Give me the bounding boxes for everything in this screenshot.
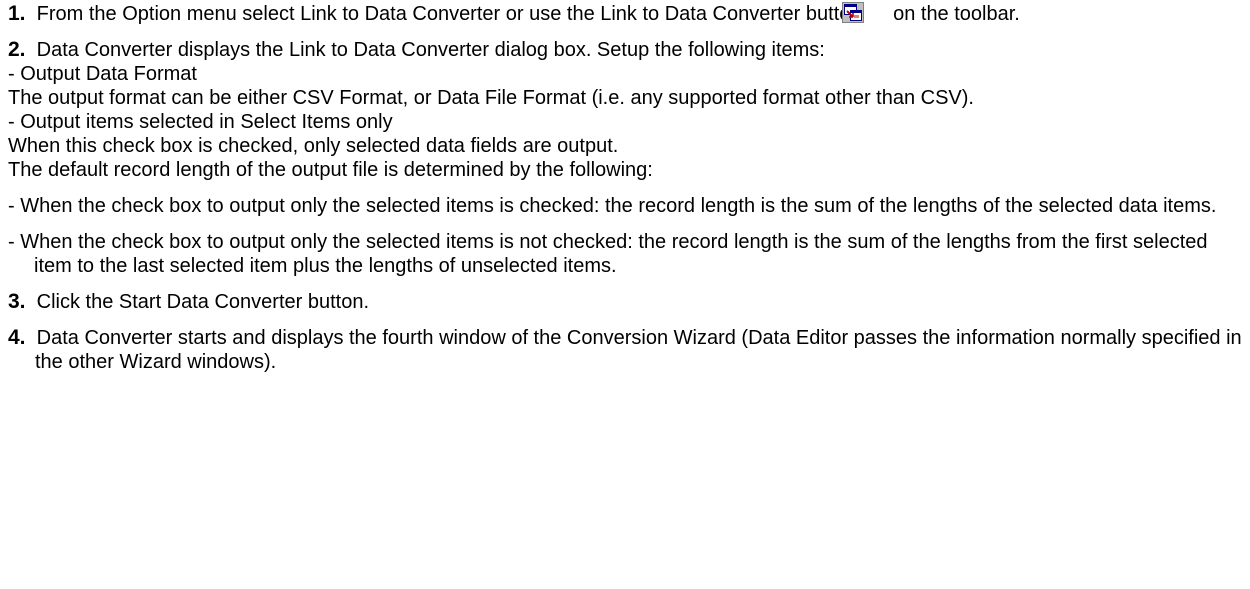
rule-item: - When the check box to output only the … <box>8 195 1217 217</box>
step-3: 3. Click the Start Data Converter button… <box>8 290 1250 314</box>
rule-item: - When the check box to output only the … <box>8 231 1208 277</box>
help-page: 1. From the Option menu select Link to D… <box>0 0 1250 589</box>
step-number: 4. <box>8 326 26 349</box>
step-text: Data Converter starts and displays the f… <box>35 327 1242 373</box>
step-number: 1. <box>8 2 26 25</box>
option-description: The output format can be either CSV Form… <box>8 87 974 109</box>
step-2-details: - Output Data Format The output format c… <box>8 62 1250 278</box>
data-converter-link-icon <box>842 2 891 23</box>
step-number: 2. <box>8 38 26 61</box>
option-title: - Output Data Format <box>8 63 197 85</box>
option-description: When this check box is checked, only sel… <box>8 135 619 157</box>
option-description: The default record length of the output … <box>8 159 653 181</box>
step-text: Click the Start Data Converter button. <box>36 291 370 313</box>
step-1: 1. From the Option menu select Link to D… <box>8 2 1250 26</box>
step-text: Data Converter displays the Link to Data… <box>36 39 825 61</box>
step-text-cont: on the toolbar. <box>893 3 1020 25</box>
step-2: 2. Data Converter displays the Link to D… <box>8 38 1250 62</box>
step-number: 3. <box>8 290 26 313</box>
step-text: From the Option menu select Link to Data… <box>36 3 862 25</box>
option-title: - Output items selected in Select Items … <box>8 111 393 133</box>
step-4: 4. Data Converter starts and displays th… <box>8 326 1250 374</box>
